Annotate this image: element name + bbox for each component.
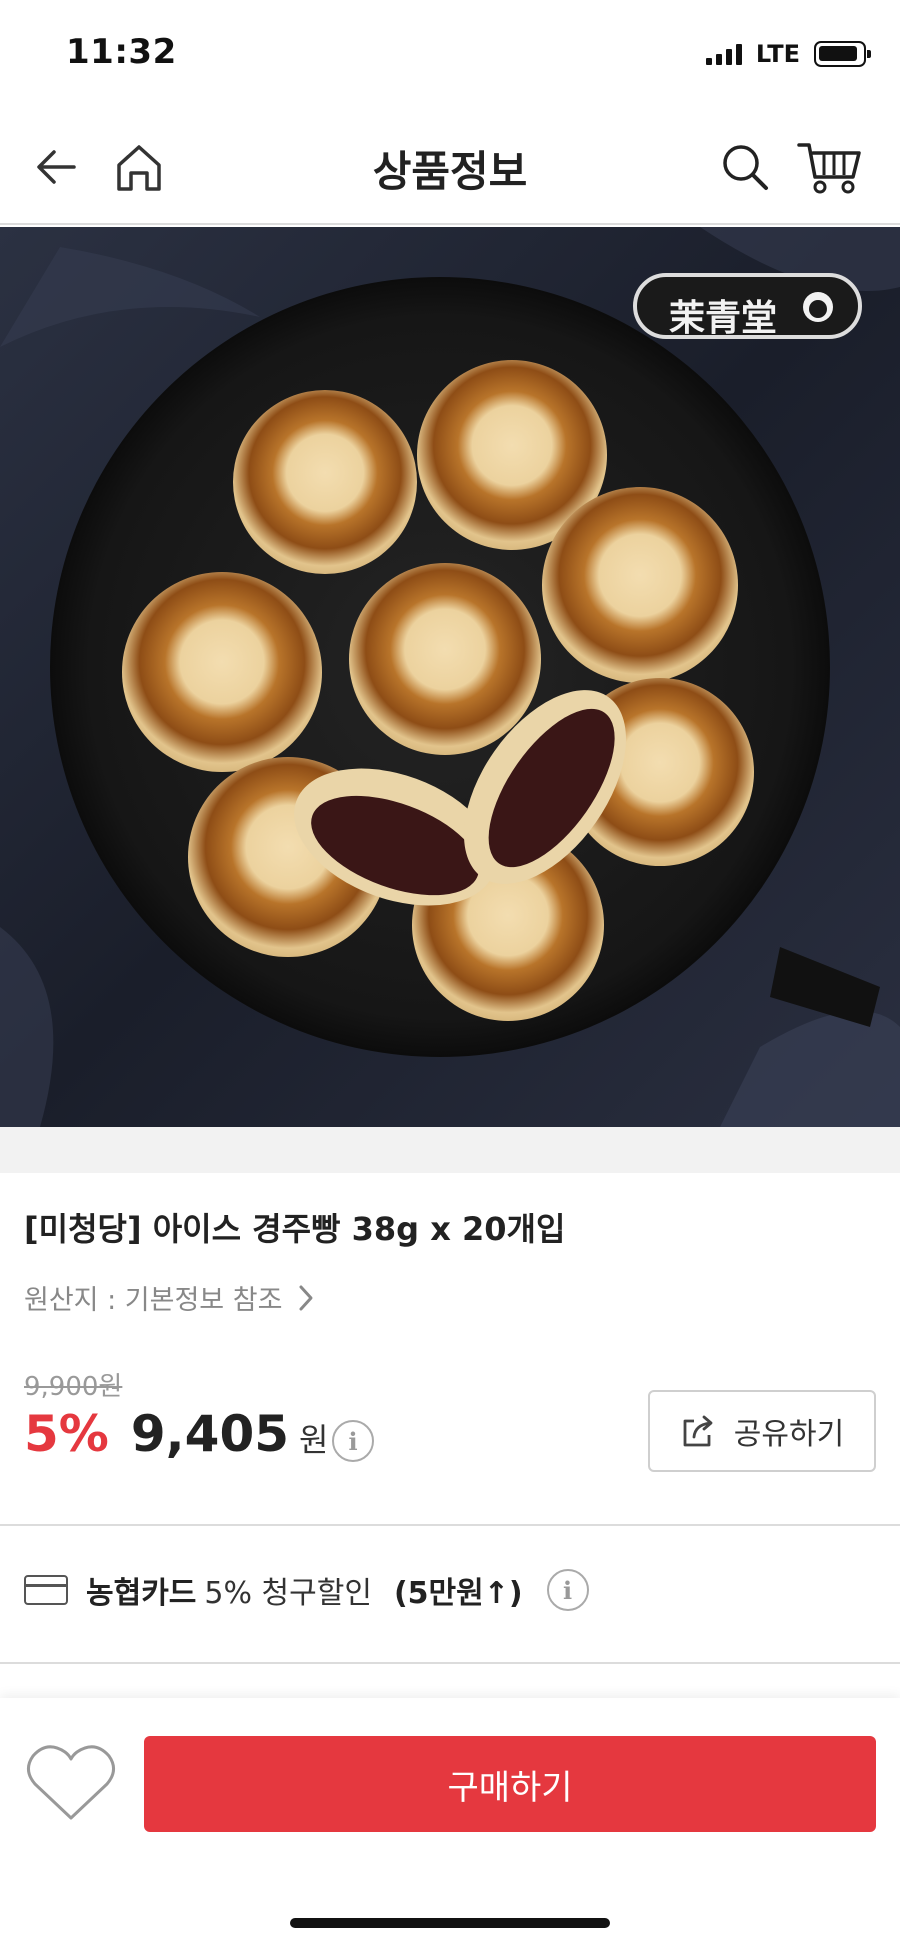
product-title: [미청당] 아이스 경주빵 38g x 20개입 [24,1210,566,1248]
home-indicator [290,1918,610,1928]
heart-icon [27,1745,115,1820]
product-image[interactable]: 茉青堂 [0,227,900,1127]
origin-link[interactable]: 원산지 : 기본정보 참조 [24,1278,316,1317]
card-condition: (5만원↑) [393,1576,523,1611]
search-button[interactable] [710,132,780,202]
credit-card-icon [24,1575,68,1605]
cart-button[interactable] [790,132,870,202]
bottom-action-bar: 구매하기 [0,1698,900,1948]
network-label: LTE [755,40,800,68]
product-photo [0,227,900,1127]
price-row: 5% 9,405 원 [24,1405,329,1463]
price-info-icon[interactable]: i [332,1420,374,1462]
share-button[interactable]: 공유하기 [648,1390,876,1472]
battery-icon [814,41,871,67]
card-promo: 농협카드 5% 청구할인 (5만원↑) i [24,1568,589,1612]
divider [0,1524,900,1526]
card-info-icon[interactable]: i [546,1569,589,1611]
card-discount-desc: 5% 청구할인 [204,1576,372,1611]
status-indicators: LTE [705,40,871,68]
signal-icon [705,43,742,65]
currency-label: 원 [299,1421,329,1459]
wishlist-button[interactable] [24,1738,118,1828]
share-icon [683,1415,713,1447]
origin-text: 원산지 : 기본정보 참조 [24,1285,283,1316]
search-icon [723,145,768,190]
status-time: 11:32 [66,32,177,72]
brand-stamp-mark-icon [803,292,833,322]
nav-bar: 상품정보 [0,110,900,225]
status-bar: 11:32 LTE [0,0,900,110]
sale-price: 9,405 [130,1405,290,1463]
buy-button[interactable]: 구매하기 [144,1736,876,1832]
discount-rate: 5% [24,1405,109,1463]
chevron-right-icon [299,1285,313,1310]
card-bank: 농협카드 [86,1576,197,1611]
brand-stamp-text: 茉青堂 [668,297,777,339]
original-price: 9,900원 [24,1372,123,1402]
section-gap [0,1127,900,1173]
divider [0,1662,900,1664]
share-label: 공유하기 [733,1417,845,1452]
cart-icon [797,143,861,194]
